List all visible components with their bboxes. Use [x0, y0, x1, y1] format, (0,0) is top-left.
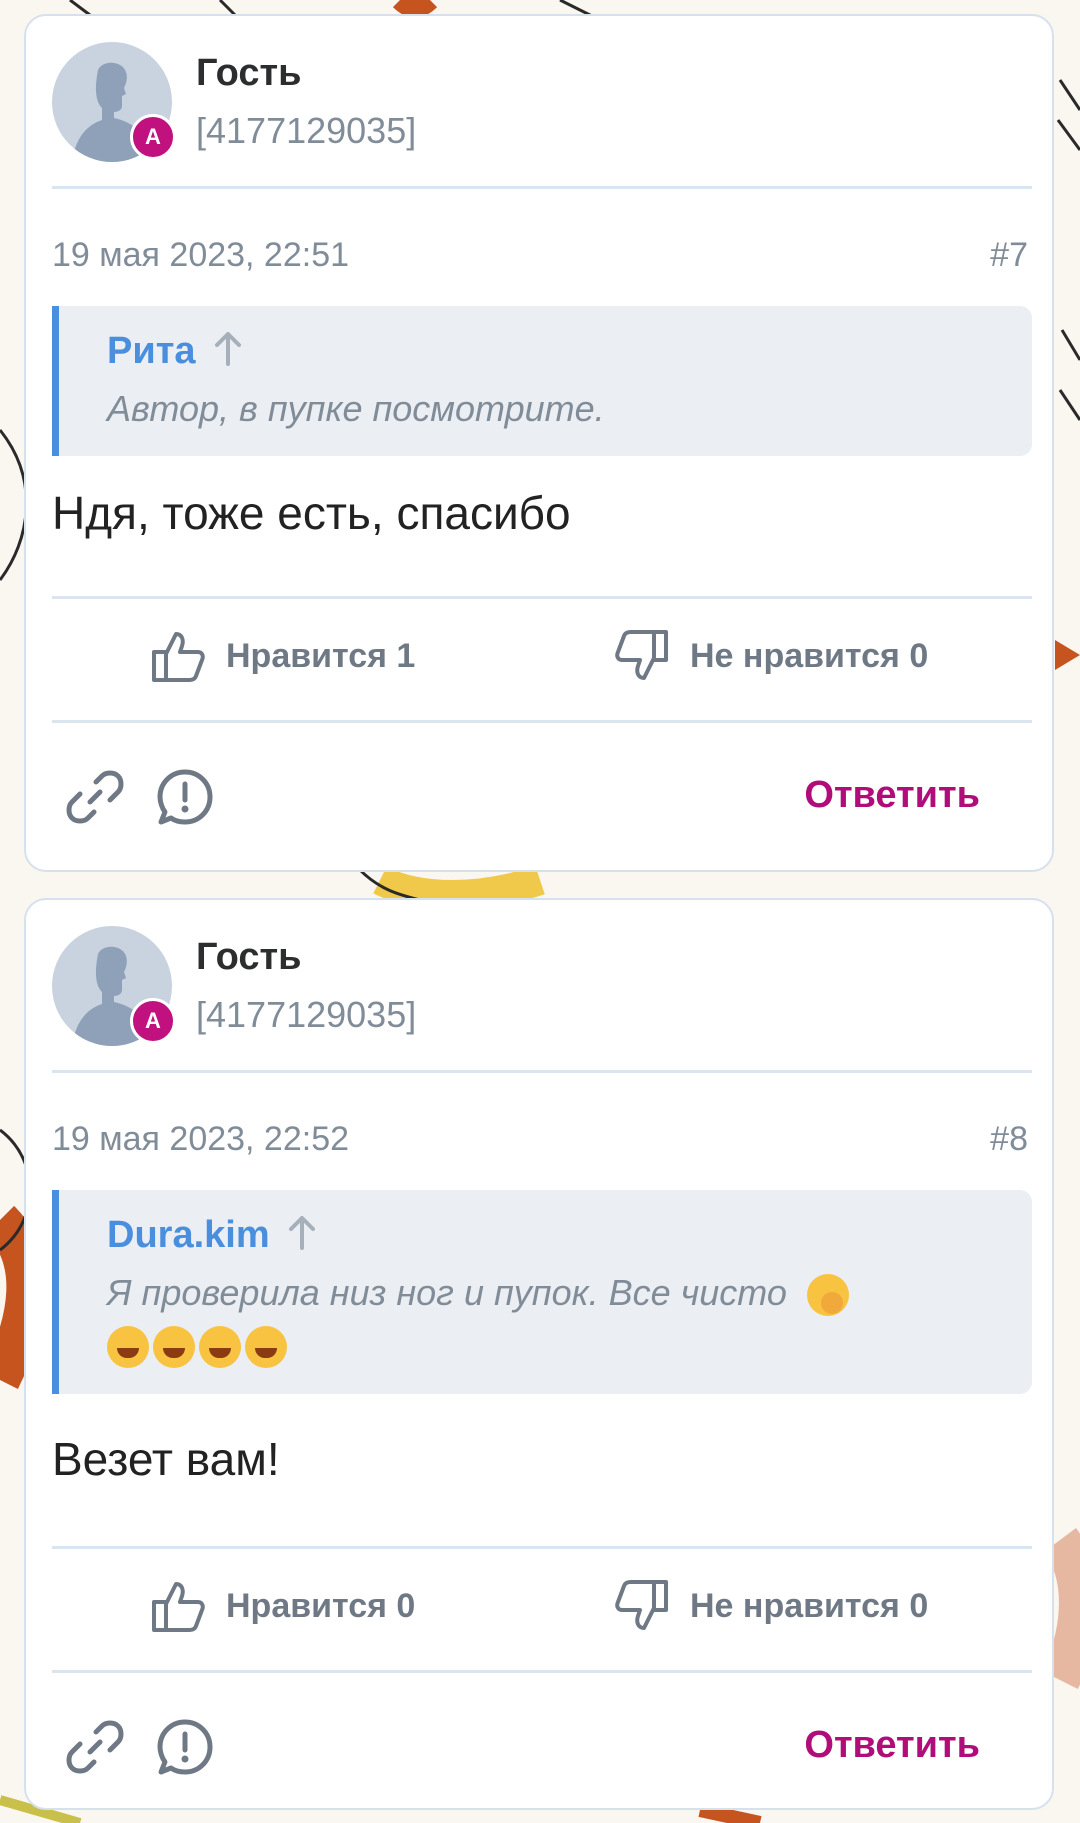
thumbs-down-icon	[615, 1580, 668, 1630]
like-count: Нравится 0	[226, 1586, 416, 1625]
post-text: Ндя, тоже есть, спасибо	[52, 487, 571, 539]
dislike-count: Не нравится 0	[690, 636, 929, 675]
post-number[interactable]: #7	[990, 236, 1028, 275]
thumbs-up-icon	[152, 632, 205, 682]
quote-text-content: Я проверила низ ног и пупок. Все чисто	[107, 1272, 787, 1313]
dislike-count: Не нравится 0	[690, 1586, 929, 1625]
role-badge: A	[130, 998, 176, 1044]
role-badge: A	[130, 114, 176, 160]
author-name[interactable]: Гость	[196, 52, 301, 95]
report-icon[interactable]	[156, 1718, 214, 1781]
like-button[interactable]: Нравится 0	[150, 1578, 415, 1634]
emoji: 🤣	[153, 1326, 195, 1369]
emoji: 🤣	[199, 1326, 241, 1369]
emoji: 🤭	[806, 1274, 849, 1317]
quote-block[interactable]: Рита Автор, в пупке посмотрите.	[52, 306, 1032, 456]
link-icon[interactable]	[66, 768, 124, 831]
arrow-up-icon[interactable]	[214, 332, 242, 371]
divider	[52, 1670, 1032, 1673]
reply-button[interactable]: Ответить	[804, 774, 980, 817]
divider	[52, 186, 1032, 189]
divider	[52, 1070, 1032, 1073]
emoji: 🤣	[245, 1326, 287, 1369]
divider	[52, 720, 1032, 723]
divider	[52, 1546, 1032, 1549]
post-number[interactable]: #8	[990, 1120, 1028, 1159]
quote-block[interactable]: Dura.kim Я проверила низ ног и пупок. Вс…	[52, 1190, 1032, 1394]
post-date: 19 мая 2023, 22:51	[52, 236, 350, 274]
post-text: Везет вам!	[52, 1433, 280, 1485]
report-icon[interactable]	[156, 768, 214, 831]
arrow-up-icon[interactable]	[288, 1216, 316, 1255]
post-card: A Гость [4177129035] 19 мая 2023, 22:51 …	[24, 14, 1054, 872]
post-card: A Гость [4177129035] 19 мая 2023, 22:52 …	[24, 898, 1054, 1810]
post-date: 19 мая 2023, 22:52	[52, 1120, 350, 1158]
link-icon[interactable]	[66, 1718, 124, 1781]
dislike-button[interactable]: Не нравится 0	[614, 628, 928, 684]
emoji: 🤣	[107, 1326, 149, 1369]
like-button[interactable]: Нравится 1	[150, 628, 415, 684]
thumbs-down-icon	[615, 630, 668, 680]
dislike-button[interactable]: Не нравится 0	[614, 1578, 928, 1634]
like-count: Нравится 1	[226, 636, 416, 675]
quote-author[interactable]: Рита	[107, 330, 195, 373]
quote-author[interactable]: Dura.kim	[107, 1214, 270, 1257]
quote-text: Я проверила низ ног и пупок. Все чисто 🤭…	[107, 1267, 992, 1371]
divider	[52, 596, 1032, 599]
thumbs-up-icon	[152, 1582, 205, 1632]
quote-text: Автор, в пупке посмотрите.	[107, 388, 605, 429]
reply-button[interactable]: Ответить	[804, 1724, 980, 1767]
author-name[interactable]: Гость	[196, 936, 301, 979]
author-id: [4177129035]	[196, 110, 417, 151]
author-id: [4177129035]	[196, 994, 417, 1035]
